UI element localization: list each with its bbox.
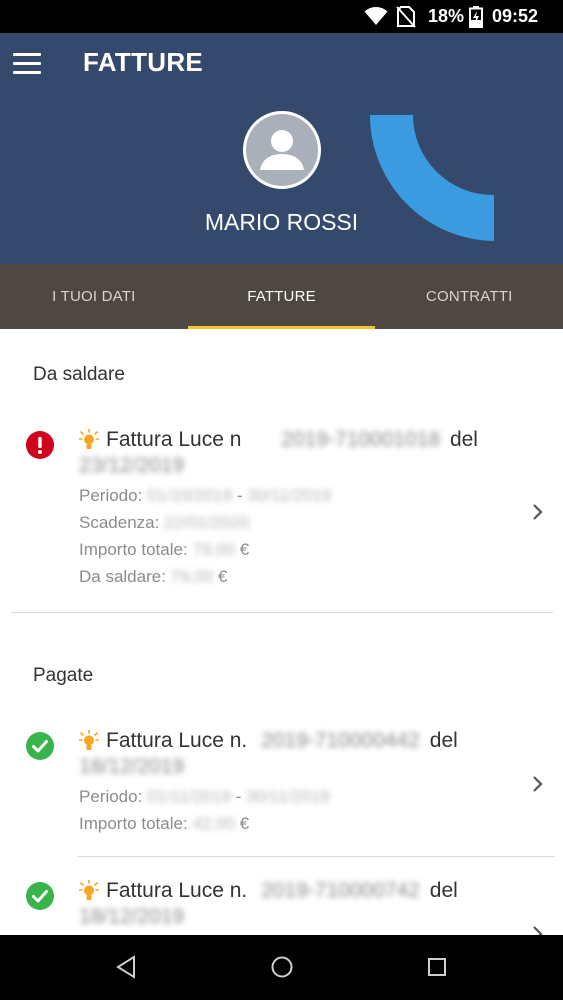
chevron-right-icon bbox=[533, 776, 543, 792]
bulb-icon bbox=[79, 880, 99, 900]
section-title-unpaid: Da saldare bbox=[33, 364, 125, 385]
avatar[interactable] bbox=[243, 111, 321, 189]
invoice-date: 18/12/2019 bbox=[79, 755, 185, 778]
no-sim-icon bbox=[396, 6, 416, 28]
divider bbox=[11, 612, 553, 613]
tab-i-tuoi-dati[interactable]: I TUOI DATI bbox=[0, 264, 188, 329]
wifi-icon bbox=[364, 7, 388, 25]
check-icon bbox=[26, 732, 54, 760]
invoice-date: 18/12/2019 bbox=[79, 905, 185, 928]
page-title: FATTURE bbox=[83, 47, 204, 77]
back-icon[interactable] bbox=[115, 955, 137, 979]
home-icon[interactable] bbox=[270, 955, 294, 979]
battery-level: 18% bbox=[428, 6, 465, 26]
clock: 09:52 bbox=[492, 6, 539, 26]
invoice-period: Periodo: 01/10/2019 - 30/11/2019 bbox=[79, 486, 332, 505]
battery-charging-icon bbox=[469, 6, 483, 28]
invoice-number: 2019-710000742 bbox=[261, 879, 420, 902]
system-nav-bar bbox=[0, 935, 563, 1000]
invoice-total: Importo totale: 79,00 € bbox=[79, 540, 250, 559]
invoice-title: Fattura Luce n. 2019-710000742 del bbox=[106, 879, 458, 902]
invoice-title: Fattura Luce n. 2019-710000442 del bbox=[106, 729, 458, 752]
tab-fatture[interactable]: FATTURE bbox=[187, 264, 376, 329]
invoice-number: 2019-710000442 bbox=[261, 729, 420, 752]
menu-icon[interactable] bbox=[13, 53, 43, 77]
invoice-period: Periodo: 01/11/2019 - 30/11/2019 bbox=[79, 787, 330, 806]
tab-contratti[interactable]: CONTRATTI bbox=[375, 264, 563, 329]
bulb-icon bbox=[79, 429, 99, 449]
invoice-list: Da saldare Fattura Luce n 2019-710001018… bbox=[0, 329, 563, 935]
status-bar: 18% 09:52 bbox=[0, 0, 563, 33]
user-name: MARIO ROSSI bbox=[204, 209, 359, 235]
invoice-title: Fattura Luce n 2019-710001018 del bbox=[106, 428, 478, 451]
avatar-icon bbox=[246, 114, 318, 186]
app-header: FATTURE MARIO ROSSI bbox=[0, 33, 563, 264]
tab-bar: I TUOI DATI FATTURE CONTRATTI bbox=[0, 264, 563, 329]
check-icon bbox=[26, 882, 54, 910]
invoice-number: 2019-710001018 bbox=[281, 428, 441, 451]
bulb-icon bbox=[79, 730, 99, 750]
chevron-right-icon bbox=[533, 926, 543, 935]
invoice-total: Importo totale: 42,00 € bbox=[79, 814, 250, 833]
error-icon bbox=[26, 431, 54, 459]
invoice-amount-due: Da saldare: 79,00 € bbox=[79, 567, 228, 586]
divider bbox=[78, 856, 555, 857]
recents-icon[interactable] bbox=[427, 955, 447, 979]
section-title-paid: Pagate bbox=[33, 665, 94, 686]
invoice-date: 23/12/2019 bbox=[79, 454, 185, 477]
chevron-right-icon bbox=[533, 504, 543, 520]
invoice-due-date: Scadenza: 22/01/2020 bbox=[79, 513, 250, 532]
